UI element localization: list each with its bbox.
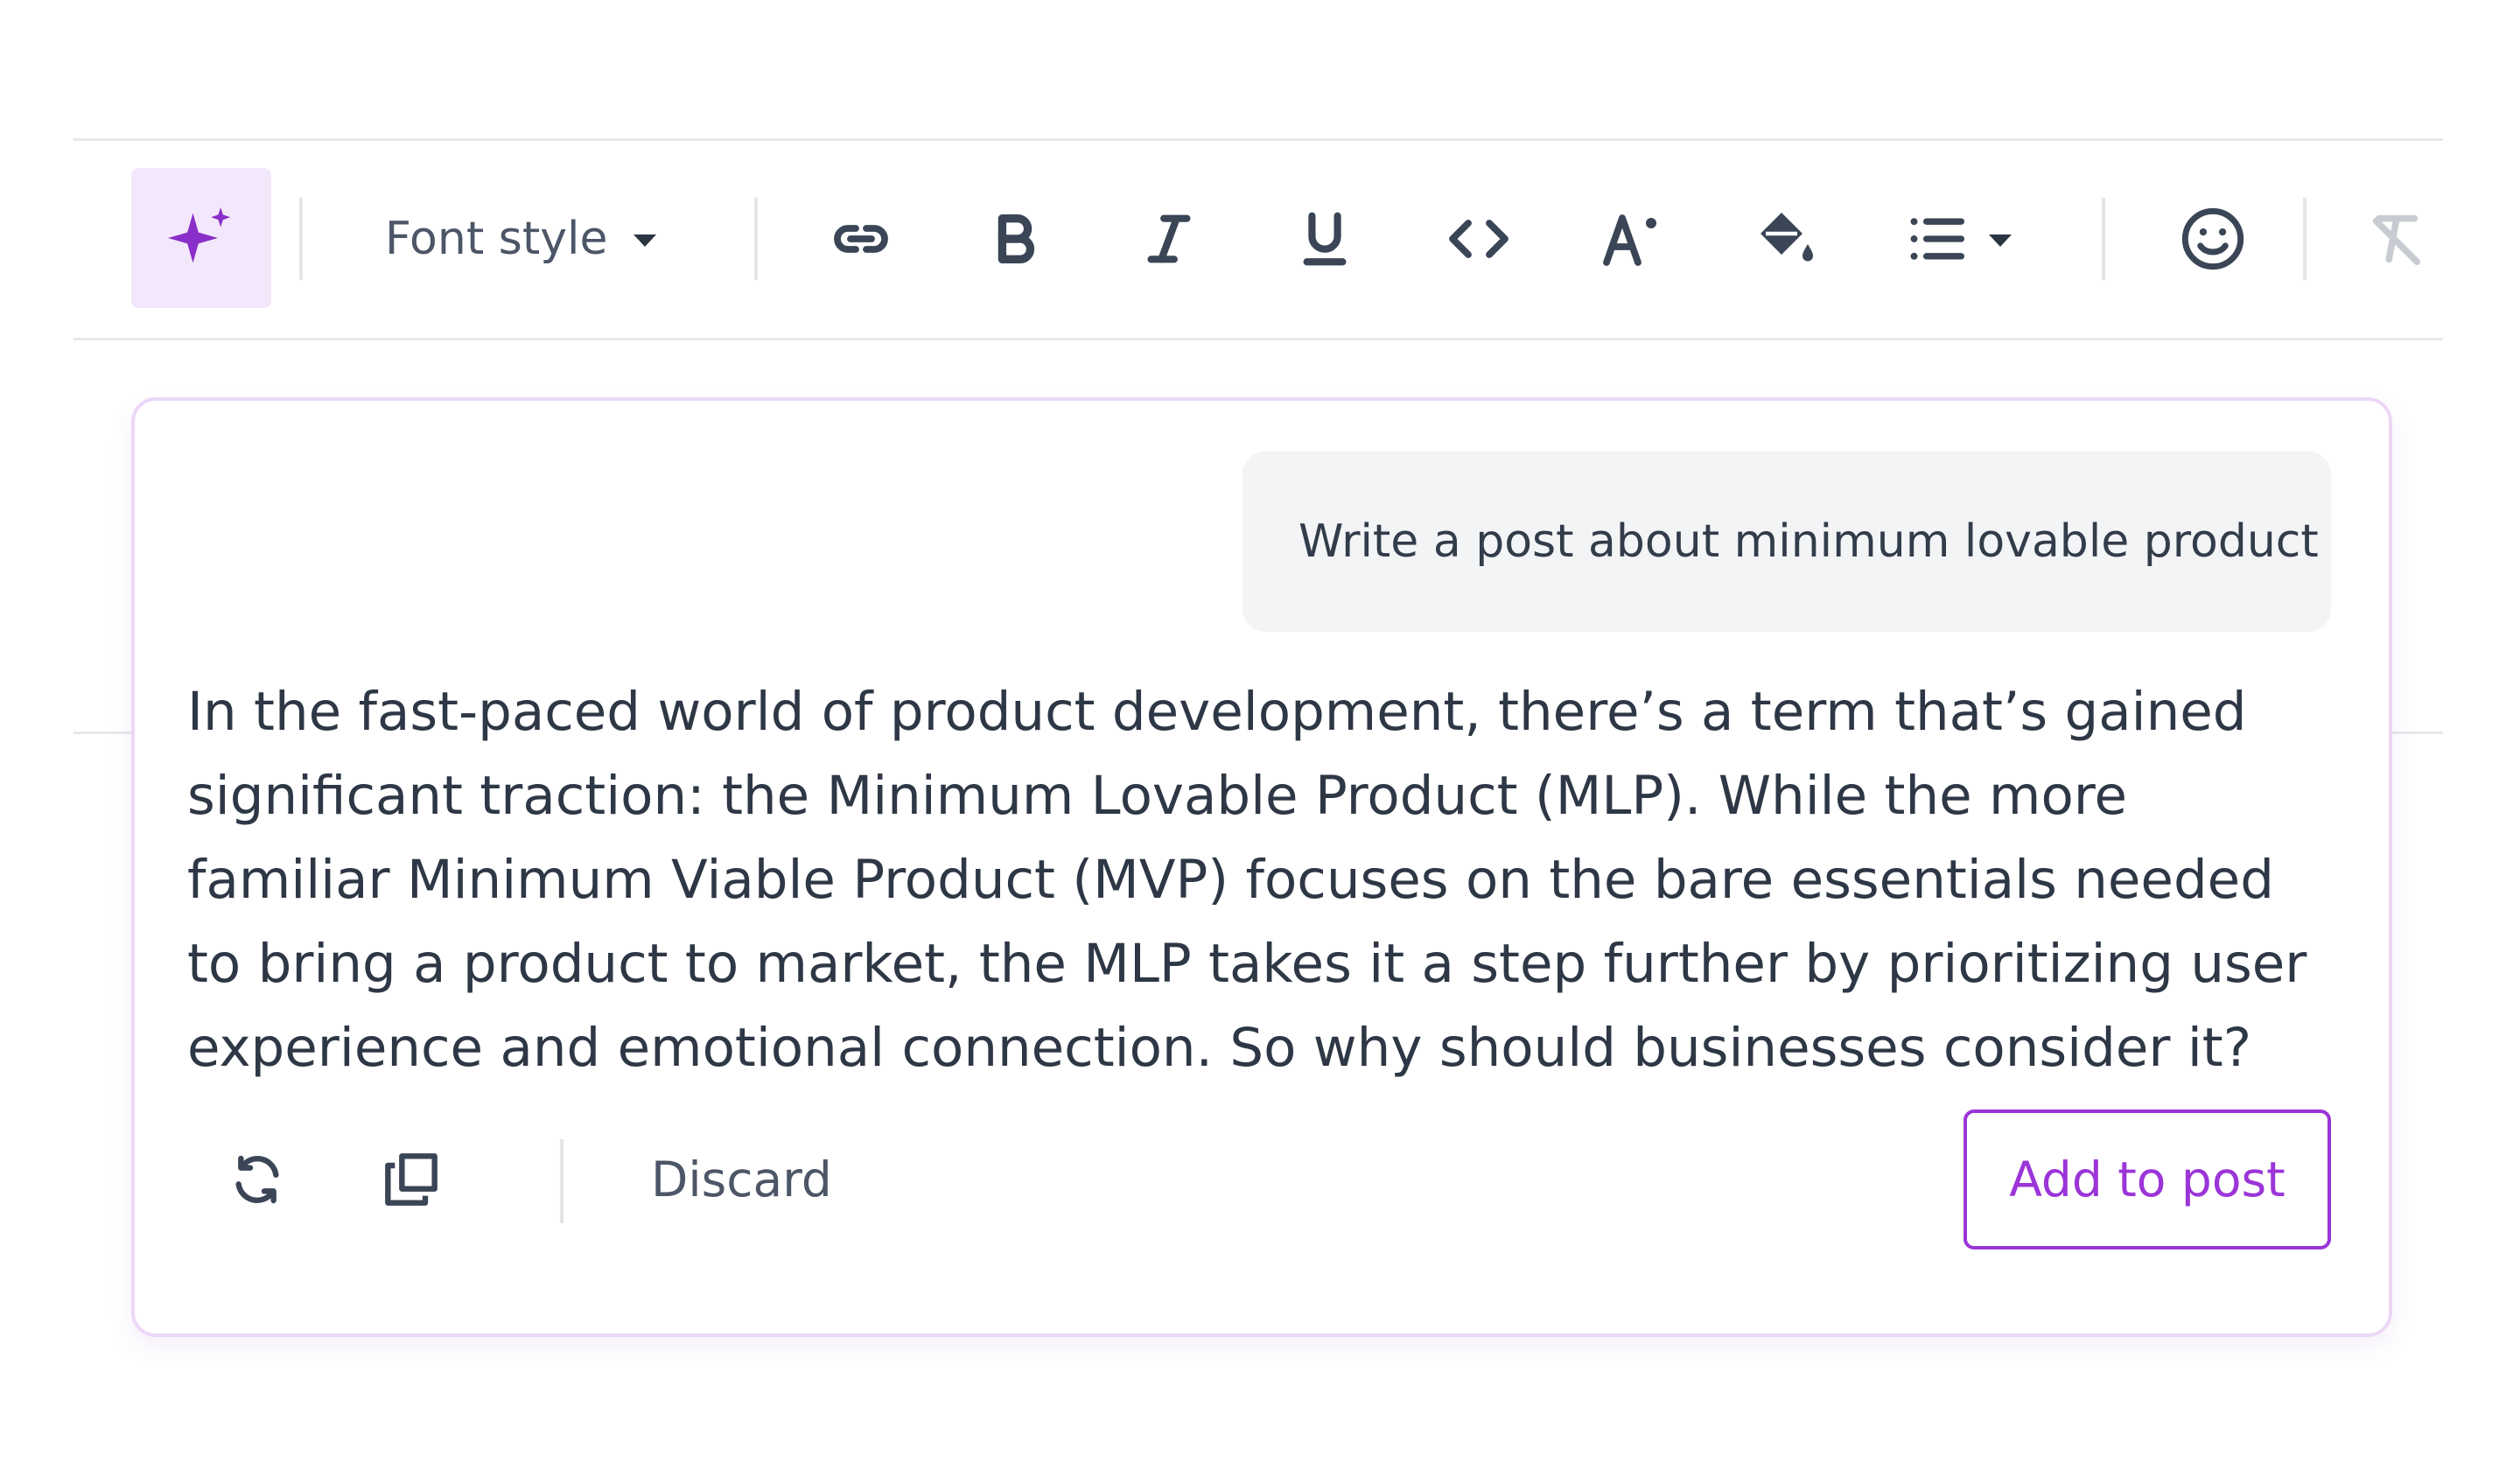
bold-button[interactable] bbox=[971, 140, 1059, 338]
regenerate-button[interactable] bbox=[222, 1144, 292, 1214]
code-icon bbox=[1449, 220, 1508, 258]
actions-separator bbox=[560, 1139, 564, 1223]
add-to-post-button[interactable]: Add to post bbox=[1964, 1110, 2331, 1250]
emoji-button[interactable] bbox=[2165, 140, 2261, 338]
emoji-icon bbox=[2181, 207, 2244, 270]
ai-assist-button[interactable] bbox=[131, 168, 271, 308]
code-button[interactable] bbox=[1435, 140, 1522, 338]
clear-format-button[interactable] bbox=[2357, 140, 2436, 338]
sparkle-icon bbox=[168, 205, 234, 271]
copy-button[interactable] bbox=[376, 1144, 446, 1214]
user-prompt-bubble: Write a post about minimum lovable produ… bbox=[1242, 452, 2331, 632]
fill-color-button[interactable] bbox=[1743, 140, 1830, 338]
font-style-label: Font style bbox=[385, 213, 608, 265]
clear-format-icon bbox=[2372, 214, 2421, 266]
toolbar-separator bbox=[2102, 198, 2105, 280]
user-prompt-text: Write a post about minimum lovable produ… bbox=[1298, 515, 2319, 568]
toolbar-separator bbox=[299, 198, 303, 280]
bold-icon bbox=[998, 214, 1035, 263]
text-size-icon bbox=[1603, 214, 1656, 266]
list-dropdown[interactable] bbox=[1894, 140, 2025, 338]
fill-color-icon bbox=[1760, 213, 1813, 262]
underline-button[interactable] bbox=[1281, 140, 1368, 338]
text-size-button[interactable] bbox=[1589, 140, 1676, 338]
link-icon bbox=[834, 225, 888, 253]
link-button[interactable] bbox=[817, 140, 905, 338]
ai-response-text: In the fast-paced world of product devel… bbox=[187, 681, 2307, 1079]
chevron-down-icon bbox=[1989, 234, 2012, 247]
toolbar-separator bbox=[754, 198, 758, 280]
font-style-dropdown[interactable]: Font style bbox=[385, 140, 657, 338]
ai-assistant-panel: Write a post about minimum lovable produ… bbox=[131, 397, 2392, 1337]
toolbar-separator bbox=[2303, 198, 2306, 280]
italic-button[interactable] bbox=[1125, 140, 1213, 338]
copy-icon bbox=[385, 1153, 438, 1206]
editor-toolbar: Font style bbox=[74, 140, 2443, 338]
discard-button[interactable]: Discard bbox=[651, 1110, 832, 1250]
underline-icon bbox=[1303, 212, 1347, 266]
list-icon bbox=[1910, 218, 1965, 260]
refresh-icon bbox=[235, 1155, 279, 1204]
chevron-down-icon bbox=[634, 234, 657, 247]
toolbar-bottom-border bbox=[74, 338, 2443, 340]
italic-icon bbox=[1147, 214, 1191, 263]
response-actions: Discard Add to post bbox=[187, 1110, 2331, 1250]
